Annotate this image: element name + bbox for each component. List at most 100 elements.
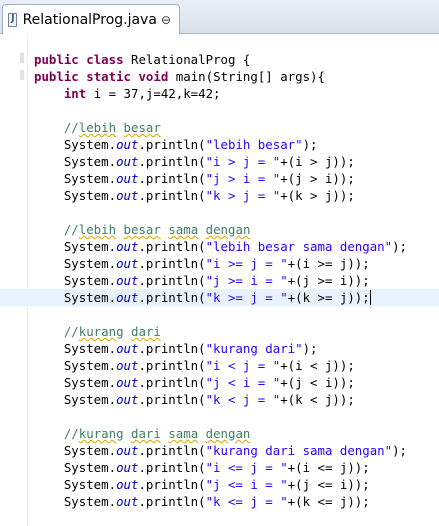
string-literal: "j < i = " <box>205 375 281 390</box>
code-text-span: .println( <box>138 154 206 169</box>
comment-slash: // <box>63 324 79 339</box>
text-caret <box>369 290 371 305</box>
code-text-span: .println( <box>138 443 206 458</box>
static-field-out: out <box>116 239 139 254</box>
code-text-span: +(k <= j)); <box>287 494 370 509</box>
string-literal: "k >= j = " <box>205 290 288 305</box>
comment-slash: // <box>63 222 79 237</box>
code-line-println[interactable]: System.out.println("i >= j = "+(i >= j))… <box>34 255 439 272</box>
tab-relationalprog-java[interactable]: J RelationalProg.java ⊖ <box>2 4 180 34</box>
code-text-span: ); <box>392 443 408 458</box>
string-literal: "lebih besar sama dengan" <box>205 239 393 254</box>
code-text-span: System. <box>63 154 117 169</box>
code-text-span: .println( <box>138 273 206 288</box>
code-line-blank[interactable] <box>34 204 439 221</box>
code-text-span: System. <box>63 358 117 373</box>
code-text-span: +(i > j)); <box>280 154 355 169</box>
code-line-println[interactable]: System.out.println("k <= j = "+(k <= j))… <box>34 493 439 510</box>
code-text-span: .println( <box>138 341 206 356</box>
code-text-span: RelationalProg { <box>123 52 251 67</box>
string-literal: "j >= i = " <box>205 273 288 288</box>
code-text-span: System. <box>63 460 117 475</box>
code-line-comment[interactable]: //lebih besar sama dengan <box>34 221 439 238</box>
code-text-span: System. <box>63 494 117 509</box>
string-literal: "k <= j = " <box>205 494 288 509</box>
code-line-blank[interactable] <box>34 102 439 119</box>
keyword: int <box>63 86 87 101</box>
code-text-span: +(j < i)); <box>280 375 355 390</box>
code-line-blank[interactable] <box>34 306 439 323</box>
code-text-span: .println( <box>138 188 206 203</box>
code-line-println[interactable]: System.out.println("j > i = "+(j > i)); <box>34 170 439 187</box>
comment-word: besar <box>123 222 161 237</box>
code-text-span: i = 37,j=42,k=42; <box>86 86 221 101</box>
comment-word: dengan <box>205 426 251 441</box>
code-text-span: System. <box>63 341 117 356</box>
code-text-span: ); <box>302 341 318 356</box>
code-line-println[interactable]: System.out.println("kurang dari sama den… <box>34 442 439 459</box>
code-line-comment[interactable]: //kurang dari sama dengan <box>34 425 439 442</box>
comment-word: kurang <box>78 324 124 339</box>
string-literal: "kurang dari sama dengan" <box>205 443 393 458</box>
code-line-println[interactable]: System.out.println("i <= j = "+(i <= j))… <box>34 459 439 476</box>
string-literal: "i < j = " <box>205 358 281 373</box>
code-text-span: System. <box>63 256 117 271</box>
code-line-main-decl[interactable]: public static void main(String[] args){ <box>34 68 439 85</box>
code-line-blank[interactable] <box>34 408 439 425</box>
code-line-println[interactable]: System.out.println("k < j = "+(k < j)); <box>34 391 439 408</box>
string-literal: "i >= j = " <box>205 256 288 271</box>
code-editor[interactable]: public class RelationalProg { public sta… <box>0 34 439 526</box>
code-line-println[interactable]: System.out.println("j >= i = "+(j >= i))… <box>34 272 439 289</box>
code-text-span: .println( <box>138 494 206 509</box>
ruler-marker <box>20 53 24 63</box>
static-field-out: out <box>116 443 139 458</box>
close-tab-icon[interactable]: ⊖ <box>161 13 171 27</box>
comment-word: besar <box>123 120 161 135</box>
code-line-println[interactable]: System.out.println("kurang dari"); <box>34 340 439 357</box>
code-text-span: +(i >= j)); <box>287 256 370 271</box>
string-literal: "k < j = " <box>205 392 281 407</box>
string-literal: "i <= j = " <box>205 460 288 475</box>
java-file-icon-letter: J <box>11 12 15 24</box>
code-line-println[interactable]: System.out.println("k > j = "+(k > j)); <box>34 187 439 204</box>
code-text-span: System. <box>63 375 117 390</box>
code-text-span: .println( <box>138 171 206 186</box>
code-text-span: System. <box>63 477 117 492</box>
code-text-span: .println( <box>138 460 206 475</box>
tab-title: RelationalProg.java <box>22 11 157 28</box>
code-line-println[interactable]: System.out.println("i > j = "+(i > j)); <box>34 153 439 170</box>
static-field-out: out <box>116 392 139 407</box>
code-line-comment[interactable]: //lebih besar <box>34 119 439 136</box>
code-text-span: +(k > j)); <box>280 188 355 203</box>
comment-slash: // <box>63 120 79 135</box>
string-literal: "k > j = " <box>205 188 281 203</box>
java-file-icon: J <box>8 12 17 27</box>
comment-word: lebih <box>78 120 117 135</box>
code-line-println[interactable]: System.out.println("k >= j = "+(k >= j))… <box>0 289 439 306</box>
static-field-out: out <box>116 137 139 152</box>
code-line-println[interactable]: System.out.println("j < i = "+(j < i)); <box>34 374 439 391</box>
code-comment: //kurang dari <box>64 324 161 339</box>
keyword: class <box>86 52 124 67</box>
code-text-span: System. <box>63 137 117 152</box>
code-text-span: main(String[] args){ <box>168 69 325 84</box>
code-line-println[interactable]: System.out.println("i < j = "+(i < j)); <box>34 357 439 374</box>
code-text-span: +(k >= j)); <box>287 290 370 305</box>
code-line-comment[interactable]: //kurang dari <box>34 323 439 340</box>
code-text[interactable]: public class RelationalProg { public sta… <box>0 51 439 510</box>
code-line-println[interactable]: System.out.println("lebih besar sama den… <box>34 238 439 255</box>
code-line-println[interactable]: System.out.println("j <= i = "+(j <= i))… <box>34 476 439 493</box>
code-line-var-decl[interactable]: int i = 37,j=42,k=42; <box>34 85 439 102</box>
comment-word: sama <box>168 426 199 441</box>
code-text-span: .println( <box>138 392 206 407</box>
static-field-out: out <box>116 273 139 288</box>
static-field-out: out <box>116 188 139 203</box>
comment-word: kurang <box>78 426 124 441</box>
code-text-span: ); <box>302 137 318 152</box>
code-text-span: +(j <= i)); <box>287 477 370 492</box>
code-text-span: .println( <box>138 239 206 254</box>
string-literal: "lebih besar" <box>205 137 303 152</box>
code-line-class-decl[interactable]: public class RelationalProg { <box>34 51 439 68</box>
code-line-println[interactable]: System.out.println("lebih besar"); <box>34 136 439 153</box>
code-text-span: .println( <box>138 137 206 152</box>
